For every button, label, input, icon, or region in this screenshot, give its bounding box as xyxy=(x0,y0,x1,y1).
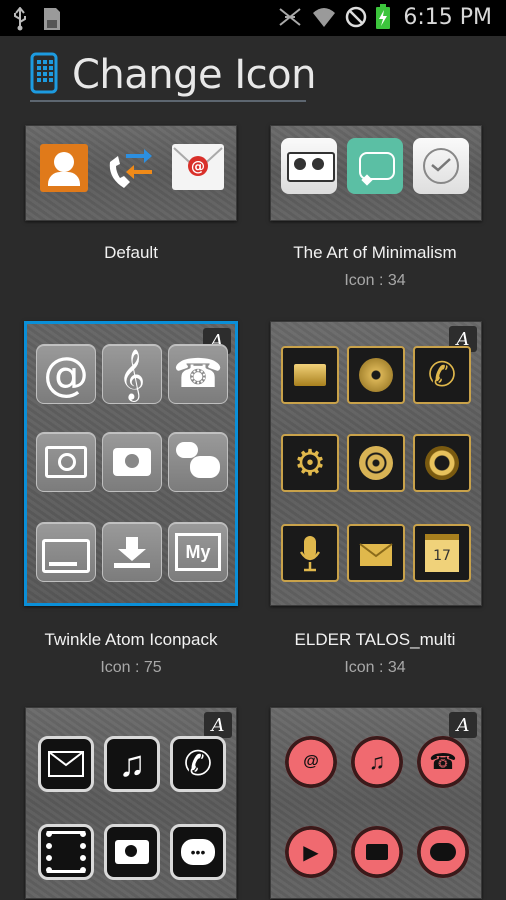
photo-camera-icon xyxy=(102,432,162,492)
calendar-icon: 17 xyxy=(413,524,471,582)
sd-card-icon xyxy=(44,8,60,30)
theme-tile-default[interactable]: @ xyxy=(25,125,237,221)
battery-charging-icon xyxy=(376,4,391,29)
phone-grid-icon xyxy=(30,52,58,94)
music-icon: ♫ xyxy=(104,736,160,792)
telephone-icon: ☎ xyxy=(168,344,228,404)
film-reel-icon xyxy=(347,434,405,492)
camera-lens-icon xyxy=(413,434,471,492)
red-phone-icon: ☎ xyxy=(413,732,473,792)
film-icon xyxy=(38,824,94,880)
theme-name: ELDER TALOS_multi xyxy=(294,630,456,649)
mail-envelope-icon xyxy=(347,524,405,582)
phone-call-icon: ✆ xyxy=(170,736,226,792)
app-header: Change Icon xyxy=(0,36,506,106)
camera-icon xyxy=(36,432,96,492)
theme-tile-red-ornate[interactable]: A @ ♫ ☎ ▶ xyxy=(270,707,482,899)
email-icon: @ xyxy=(172,144,224,190)
red-mail-icon: @ xyxy=(281,732,341,792)
font-style-icon: A xyxy=(204,712,232,738)
settings-gear-icon: ⚙ xyxy=(281,434,339,492)
red-camera-icon xyxy=(347,822,407,882)
theme-name: Default xyxy=(104,243,158,262)
phone-transfer-icon xyxy=(109,149,152,188)
at-sign-icon: @ xyxy=(36,344,96,404)
svg-text:@: @ xyxy=(191,159,205,175)
usb-icon xyxy=(14,7,26,31)
theme-tile-minimalism[interactable] xyxy=(270,125,482,221)
page-title: Change Icon xyxy=(72,52,316,98)
download-icon xyxy=(102,522,162,582)
checkmark-icon xyxy=(413,138,469,194)
clock: 6:15 PM xyxy=(403,4,492,30)
theme-tile-twinkle-atom[interactable]: A @ 𝄞 ☎ My xyxy=(24,321,238,606)
red-music-icon: ♫ xyxy=(347,732,407,792)
status-bar: 6:15 PM xyxy=(0,0,506,36)
chat-bubble-icon xyxy=(347,138,403,194)
icon-count: Icon : 34 xyxy=(344,659,406,676)
envelope-icon xyxy=(38,736,94,792)
theme-name: The Art of Minimalism xyxy=(293,243,457,262)
blocked-icon xyxy=(346,6,367,28)
my-files-icon: My xyxy=(168,522,228,582)
red-video-icon: ▶ xyxy=(281,822,341,882)
contacts-icon xyxy=(40,144,88,192)
wifi-icon xyxy=(313,8,336,27)
title-underline xyxy=(30,100,306,102)
theme-tile-black-glossy[interactable]: A ♫ ✆ ••• xyxy=(25,707,237,899)
tv-icon xyxy=(36,522,96,582)
camera-icon xyxy=(104,824,160,880)
theme-tile-elder-talos[interactable]: A ✆ ⚙ 17 xyxy=(270,321,482,606)
icon-count: Icon : 75 xyxy=(100,659,162,676)
disc-icon xyxy=(347,346,405,404)
phone-handset-icon: ✆ xyxy=(413,346,471,404)
microphone-icon xyxy=(281,524,339,582)
vibrate-icon xyxy=(279,8,301,26)
messages-icon xyxy=(168,432,228,492)
theme-name: Twinkle Atom Iconpack xyxy=(44,630,218,649)
cassette-icon xyxy=(281,138,337,194)
red-chat-icon xyxy=(413,822,473,882)
music-note-icon: 𝄞 xyxy=(102,344,162,404)
folder-icon xyxy=(281,346,339,404)
chat-icon: ••• xyxy=(170,824,226,880)
icon-count: Icon : 34 xyxy=(344,272,406,289)
